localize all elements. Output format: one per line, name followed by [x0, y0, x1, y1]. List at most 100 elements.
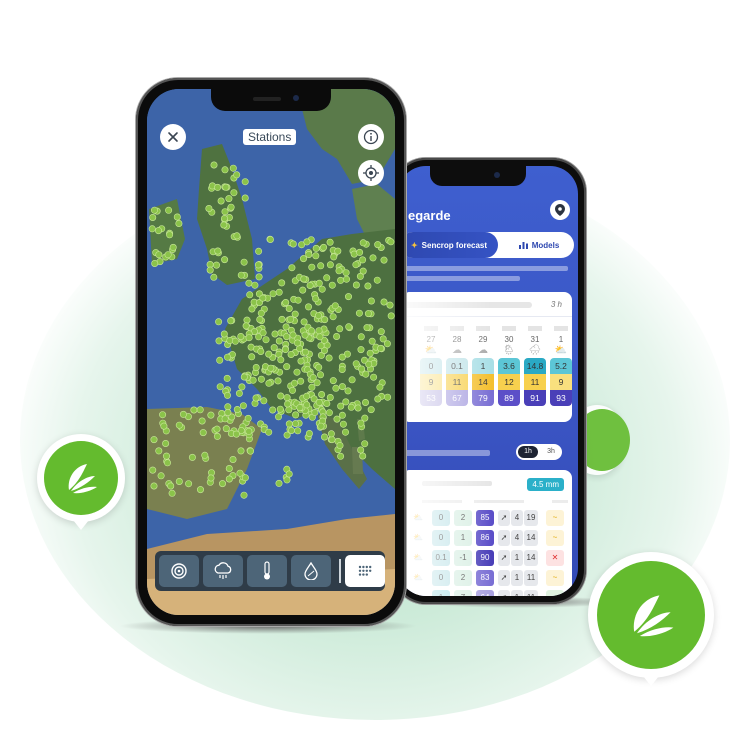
station-marker[interactable] — [315, 398, 323, 406]
tab-models[interactable]: Models — [504, 232, 574, 258]
toggle-1h[interactable]: 1h — [518, 446, 538, 458]
station-marker[interactable] — [239, 402, 247, 410]
station-marker[interactable] — [248, 353, 256, 361]
station-marker[interactable] — [300, 318, 308, 326]
station-marker[interactable] — [359, 239, 367, 247]
station-marker[interactable] — [196, 486, 204, 494]
station-marker[interactable] — [338, 353, 346, 361]
station-marker[interactable] — [223, 374, 231, 382]
station-marker[interactable] — [157, 472, 165, 480]
station-marker[interactable] — [237, 271, 245, 279]
station-marker[interactable] — [332, 384, 340, 392]
station-marker[interactable] — [213, 261, 221, 269]
station-marker[interactable] — [196, 406, 204, 414]
station-marker[interactable] — [265, 379, 273, 387]
station-marker[interactable] — [224, 408, 232, 416]
station-marker[interactable] — [387, 312, 395, 320]
station-marker[interactable] — [289, 331, 297, 339]
station-marker[interactable] — [312, 295, 320, 303]
station-marker[interactable] — [217, 197, 225, 205]
station-marker[interactable] — [342, 269, 350, 277]
info-button[interactable] — [358, 124, 384, 150]
station-marker[interactable] — [367, 297, 375, 305]
station-marker[interactable] — [305, 251, 313, 259]
station-marker[interactable] — [221, 166, 229, 174]
station-marker[interactable] — [267, 364, 275, 372]
station-marker[interactable] — [364, 282, 372, 290]
station-marker[interactable] — [245, 427, 253, 435]
station-marker[interactable] — [257, 309, 265, 317]
station-marker[interactable] — [259, 294, 267, 302]
station-marker[interactable] — [289, 386, 297, 394]
station-marker[interactable] — [275, 413, 283, 421]
station-marker[interactable] — [370, 373, 378, 381]
station-marker[interactable] — [359, 452, 367, 460]
station-marker[interactable] — [343, 275, 351, 283]
station-marker[interactable] — [364, 310, 372, 318]
station-marker[interactable] — [317, 371, 325, 379]
station-marker[interactable] — [150, 436, 158, 444]
station-marker[interactable] — [213, 432, 221, 440]
station-marker[interactable] — [243, 316, 251, 324]
station-marker[interactable] — [214, 183, 222, 191]
station-marker[interactable] — [225, 195, 233, 203]
station-marker[interactable] — [344, 387, 352, 395]
station-marker[interactable] — [342, 428, 350, 436]
station-marker[interactable] — [294, 427, 302, 435]
station-marker[interactable] — [312, 252, 320, 260]
station-marker[interactable] — [315, 279, 323, 287]
station-marker[interactable] — [251, 281, 259, 289]
station-marker[interactable] — [205, 205, 213, 213]
station-marker[interactable] — [213, 425, 221, 433]
station-marker[interactable] — [256, 316, 264, 324]
station-marker[interactable] — [357, 446, 365, 454]
station-marker[interactable] — [327, 430, 335, 438]
hourly-row[interactable]: ⛅ 0 2 83 ➚ 1 11 ~ — [402, 570, 572, 586]
station-marker[interactable] — [292, 420, 300, 428]
station-marker[interactable] — [155, 251, 163, 259]
station-marker[interactable] — [315, 327, 323, 335]
station-marker[interactable] — [315, 312, 323, 320]
station-marker[interactable] — [325, 409, 333, 417]
station-marker[interactable] — [292, 411, 300, 419]
station-marker[interactable] — [287, 350, 295, 358]
station-marker[interactable] — [306, 282, 314, 290]
station-marker[interactable] — [363, 324, 371, 332]
station-marker[interactable] — [149, 214, 157, 222]
station-marker[interactable] — [265, 428, 273, 436]
station-marker[interactable] — [248, 305, 256, 313]
station-marker[interactable] — [359, 256, 367, 264]
station-marker[interactable] — [237, 333, 245, 341]
station-marker[interactable] — [175, 220, 183, 228]
station-marker[interactable] — [374, 395, 382, 403]
station-marker[interactable] — [367, 406, 375, 414]
station-marker[interactable] — [277, 356, 285, 364]
station-marker[interactable] — [329, 377, 337, 385]
station-marker[interactable] — [312, 244, 320, 252]
station-marker[interactable] — [166, 231, 174, 239]
station-marker[interactable] — [224, 391, 232, 399]
station-marker[interactable] — [284, 400, 292, 408]
station-marker[interactable] — [285, 406, 293, 414]
station-marker[interactable] — [241, 178, 249, 186]
station-marker[interactable] — [318, 390, 326, 398]
station-marker[interactable] — [300, 275, 308, 283]
station-marker[interactable] — [338, 383, 346, 391]
station-marker[interactable] — [225, 475, 233, 483]
station-marker[interactable] — [185, 480, 193, 488]
station-marker[interactable] — [283, 333, 291, 341]
station-marker[interactable] — [179, 410, 187, 418]
location-pin-button[interactable] — [550, 200, 570, 220]
station-marker[interactable] — [252, 394, 260, 402]
station-marker[interactable] — [361, 440, 369, 448]
station-marker[interactable] — [167, 482, 175, 490]
station-marker[interactable] — [294, 296, 302, 304]
station-marker[interactable] — [358, 365, 366, 373]
station-marker[interactable] — [159, 411, 167, 419]
station-marker[interactable] — [231, 337, 239, 345]
station-marker[interactable] — [366, 349, 374, 357]
station-marker[interactable] — [206, 266, 214, 274]
station-marker[interactable] — [169, 243, 177, 251]
station-marker[interactable] — [339, 420, 347, 428]
station-marker[interactable] — [320, 243, 328, 251]
